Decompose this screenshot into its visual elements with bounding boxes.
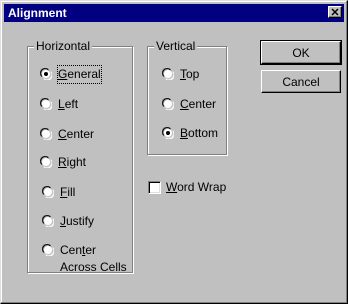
horizontal-group: Horizontal General Left Center Right Fil… — [27, 39, 133, 274]
word-wrap-checkbox-box[interactable] — [148, 181, 161, 194]
center-across-cells-line2: Across Cells — [60, 260, 127, 274]
radio-label: Right — [58, 155, 87, 169]
radio-circle-icon[interactable] — [41, 243, 55, 257]
radio-label: Center — [58, 127, 95, 141]
radio-circle-icon[interactable] — [161, 97, 175, 111]
alignment-dialog: Alignment ✕ Horizontal General Left Cent… — [0, 0, 348, 304]
radio-label: Top — [180, 67, 200, 81]
radio-circle-icon[interactable] — [161, 126, 175, 140]
radio-circle-icon[interactable] — [39, 127, 53, 141]
radio-label: Justify — [60, 214, 95, 228]
radio-circle-icon[interactable] — [161, 67, 175, 81]
radio-circle-icon[interactable] — [39, 155, 53, 169]
radio-circle-icon[interactable] — [41, 214, 55, 228]
radio-label: Bottom — [180, 126, 219, 140]
close-button[interactable]: ✕ — [328, 6, 342, 19]
radio-circle-icon[interactable] — [41, 185, 55, 199]
window-title: Alignment — [8, 6, 67, 20]
radio-label: Fill — [60, 185, 76, 199]
radio-circle-icon[interactable] — [39, 67, 53, 81]
cancel-button[interactable]: Cancel — [261, 70, 341, 93]
radio-label: Center — [60, 243, 97, 257]
radio-label: Center — [180, 97, 217, 111]
horizontal-group-label: Horizontal — [34, 39, 93, 53]
radio-circle-icon[interactable] — [39, 97, 53, 111]
word-wrap-label: Word Wrap — [166, 180, 227, 194]
title-bar[interactable]: Alignment ✕ — [4, 4, 344, 22]
vertical-group: Vertical Top Center Bottom — [147, 39, 227, 155]
radio-label: Left — [58, 97, 79, 111]
ok-button[interactable]: OK — [260, 40, 342, 65]
vertical-group-label: Vertical — [154, 39, 198, 53]
radio-label: General — [57, 65, 102, 84]
